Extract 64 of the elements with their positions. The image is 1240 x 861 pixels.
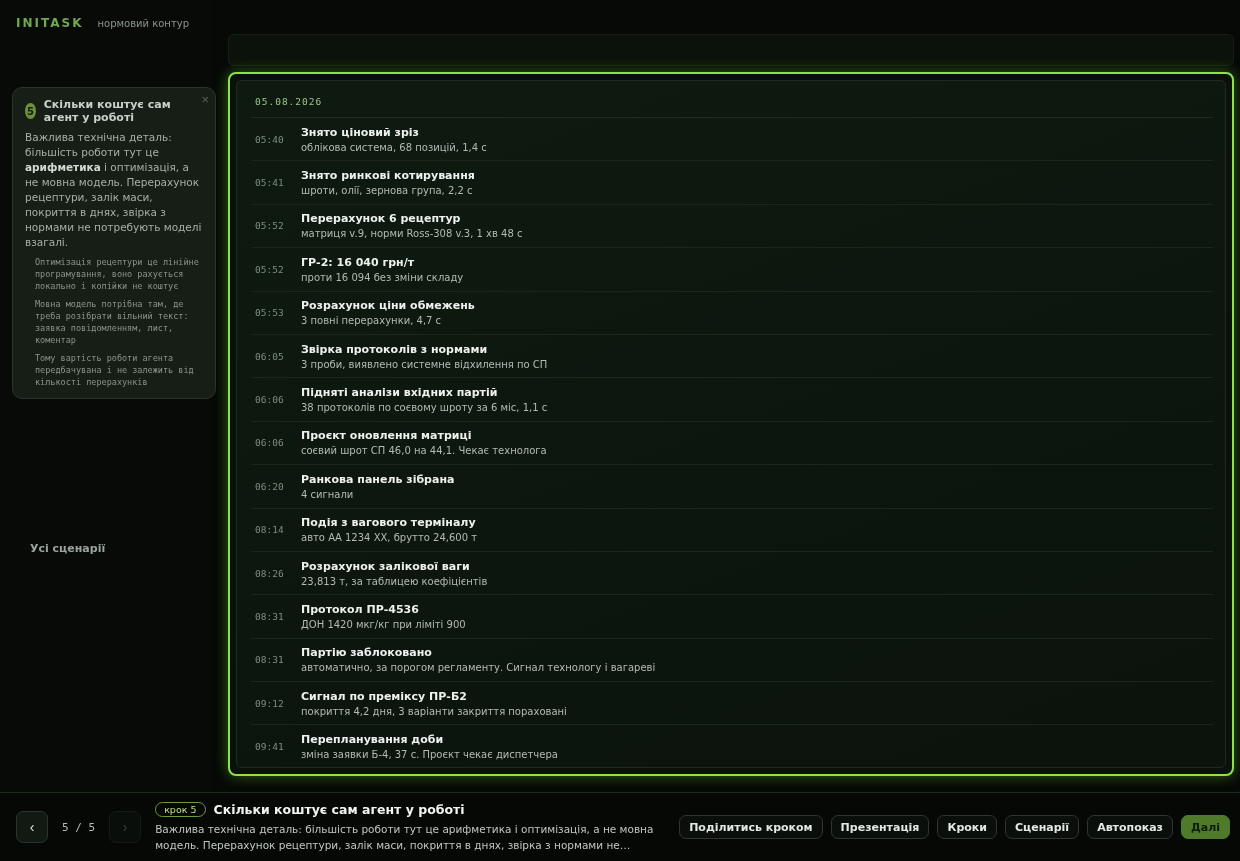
event-time: 06:20 (255, 480, 285, 492)
event-title: Знято ціновий зріз (301, 125, 420, 139)
event-detail: автоматично, за порогом регламенту. Сигнал технологу і вагареві (301, 662, 657, 674)
event-time: 05:40 (255, 133, 285, 145)
toolbar-button[interactable]: Сценарії (1005, 815, 1080, 839)
toolbar-button[interactable]: Поділитись кроком (679, 815, 823, 839)
event-title: Перепланування доби (301, 733, 445, 747)
event-time: 05:52 (255, 263, 285, 275)
event-time: 05:41 (255, 177, 285, 189)
event-detail: 4 сигнали (301, 488, 355, 500)
event-detail: 38 протоколів по соєвому шроту за 6 міс, 1,1 с (301, 402, 549, 414)
popover-note: Тому вартість роботи агента передбачувана і не залежить від кількості перерахунків (34, 352, 195, 388)
previous-button[interactable]: ‹ (16, 811, 48, 843)
event-time: 08:26 (255, 567, 285, 579)
event-detail: соєвий шрот СП 46,0 на 44,1. Чекає технолога (301, 445, 548, 457)
event-title: Подія з вагового терміналу (301, 516, 477, 530)
popover-title: Скільки коштує сам агент у роботі (43, 98, 172, 124)
event-title: ГР-2: 16 040 грн/т (301, 255, 416, 269)
step-title: Скільки коштує сам агент у роботі (213, 801, 465, 817)
event-title: Проєкт оновлення матриці (301, 429, 473, 443)
event-time: 06:06 (255, 437, 285, 449)
event-title: Знято ринкові котирування (301, 169, 476, 183)
popover-note: Оптимізація рецептури це лінійне програмування, воно рахується локально і копійки не коштує (34, 256, 200, 292)
event-title: Перерахунок 6 рецептур (301, 212, 462, 226)
event-title: Ранкова панель зібрана (301, 472, 456, 486)
event-title: Сигнал по преміксу ПР-Б2 (301, 689, 468, 703)
event-detail: зміна заявки Б-4, 37 с. Проєкт чекає диспетчера (301, 749, 559, 761)
event-title: Партію заблоковано (301, 646, 433, 660)
event-detail: облікова система, 68 позицій, 1,4 с (301, 141, 488, 153)
timeline-date: 05.08.2026 (251, 93, 1214, 118)
logo-subtitle: нормовий контур (97, 18, 189, 29)
event-time: 08:31 (255, 611, 285, 622)
popover-note: Мовна модель потрібна там, де треба розібрати вільний текст: заявка повідомленням, лист, коментар (34, 298, 190, 346)
event-time: 08:14 (255, 524, 285, 536)
event-detail: 3 повні перерахунки, 4,7 с (301, 315, 443, 327)
event-title: Розрахунок ціни обмежень (301, 299, 476, 313)
step-counter: 5 / 5 (62, 820, 96, 834)
event-time: 08:31 (255, 654, 285, 666)
event-detail: 3 проби, виявлено системне відхилення по СП (301, 358, 549, 370)
sidebar-item[interactable]: Усі сценарії (16, 542, 196, 555)
event-title: Підняті аналізи вхідних партій (301, 386, 499, 400)
event-title: Звірка протоколів з нормами (301, 342, 489, 356)
event-time: 05:53 (255, 307, 285, 319)
event-title: Розрахунок залікової ваги (301, 559, 471, 573)
step-description: Важлива технічна деталь: більшість роботи тут це арифметика і оптимізація, а не мовна модель. Перерахунок рецептури, залік маси, покриття в днях, звірка з нормами не… (155, 821, 655, 853)
logo: INITASK (16, 16, 84, 30)
event-detail: авто АА 1234 ХХ, брутто 24,600 т (301, 532, 479, 544)
event-time: 06:06 (255, 394, 285, 406)
step-number: 5 (25, 103, 36, 119)
event-time: 09:41 (255, 741, 285, 753)
event-detail: покриття 4,2 дня, 3 варіанти закриття пораховані (301, 705, 568, 717)
event-detail: проти 16 094 без зміни складу (301, 271, 465, 283)
toolbar-button[interactable]: Кроки (937, 815, 997, 839)
event-time: 09:12 (255, 697, 285, 709)
toolbar-button[interactable]: Презентація (830, 815, 930, 839)
event-detail: шроти, олії, зернова група, 2,2 с (301, 185, 474, 197)
event-detail: ДОН 1420 мкг/кг при ліміті 900 (301, 619, 467, 630)
popover-text: Важлива технічна деталь: більшість роботи тут це арифметика і оптимізація, а не мовна модель. Перерахунок рецептури, залік маси, покриття в днях, звірка з нормами не потребують моделі взагалі. (25, 130, 203, 250)
event-time: 05:52 (255, 220, 285, 232)
event-time: 06:05 (255, 350, 285, 362)
event-title: Протокол ПР-4536 (301, 603, 420, 616)
event-detail: матриця v.9, норми Ross-308 v.3, 1 хв 48 с (301, 228, 524, 240)
event-detail: 23,813 т, за таблицею коефіцієнтів (301, 575, 489, 587)
toolbar-button[interactable]: Автопоказ (1087, 815, 1173, 839)
